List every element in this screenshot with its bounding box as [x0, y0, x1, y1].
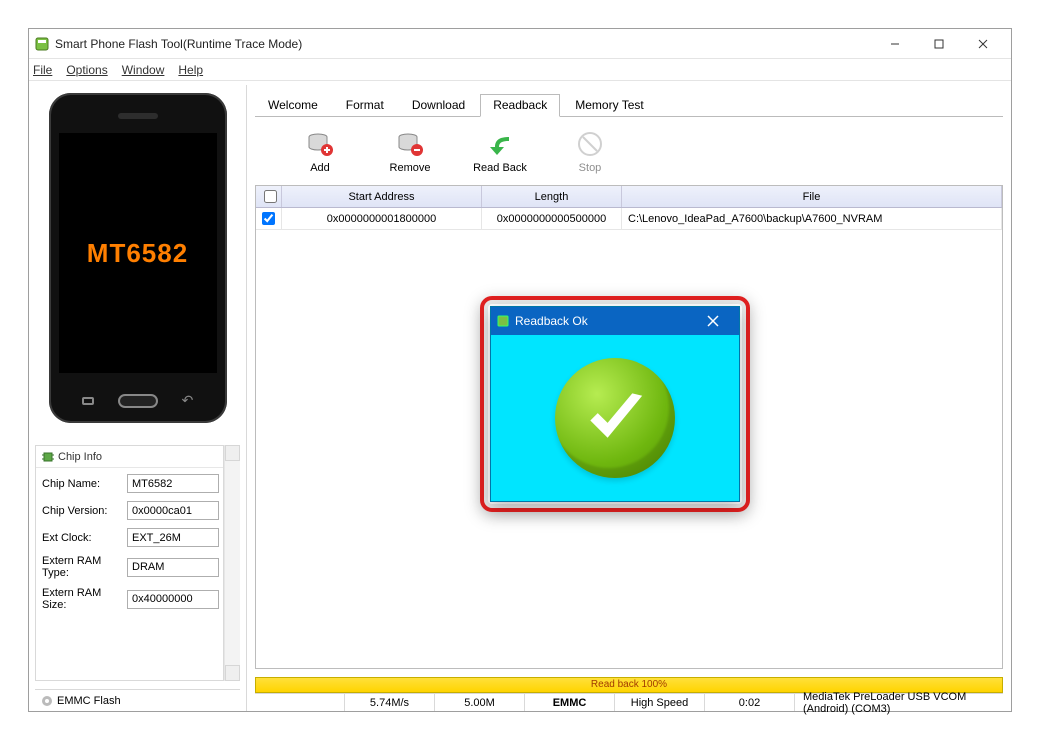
window-buttons	[873, 30, 1005, 58]
menu-file[interactable]: File	[33, 63, 52, 77]
status-bar: 5.74M/s 5.00M EMMC High Speed 0:02 Media…	[255, 693, 1003, 711]
stop-icon	[577, 131, 603, 160]
status-spacer	[255, 694, 345, 711]
table-header: Start Address Length File	[256, 186, 1002, 208]
chip-version-label: Chip Version:	[42, 505, 127, 517]
menu-window[interactable]: Window	[122, 63, 165, 77]
title-bar: Smart Phone Flash Tool(Runtime Trace Mod…	[29, 29, 1011, 59]
phone-mockup: BM MT6582 ↶	[49, 93, 227, 423]
maximize-button[interactable]	[917, 30, 961, 58]
ram-type-label: Extern RAM Type:	[42, 555, 127, 579]
chip-version-field[interactable]	[127, 501, 219, 520]
scroll-track[interactable]	[225, 461, 240, 665]
tab-welcome[interactable]: Welcome	[255, 94, 331, 117]
status-size: 5.00M	[435, 694, 525, 711]
database-remove-icon	[397, 131, 423, 160]
phone-nav-icons: ↶	[49, 392, 227, 409]
ext-clock-field[interactable]	[127, 528, 219, 547]
column-checkbox[interactable]	[256, 186, 282, 207]
status-storage: EMMC	[525, 694, 615, 711]
column-file[interactable]: File	[622, 186, 1002, 207]
chip-info-scrollbar[interactable]	[224, 445, 240, 681]
scroll-up-button[interactable]	[225, 445, 240, 461]
add-label: Add	[310, 162, 330, 174]
recent-icon	[82, 397, 94, 405]
modal-highlight-frame: Readback Ok	[480, 296, 750, 512]
window-title: Smart Phone Flash Tool(Runtime Trace Mod…	[55, 37, 873, 51]
dialog-close-button[interactable]	[693, 307, 733, 335]
tab-format[interactable]: Format	[333, 94, 397, 117]
readback-arrow-icon	[487, 131, 513, 160]
emmc-flash-header[interactable]: EMMC Flash	[35, 689, 240, 711]
minimize-button[interactable]	[873, 30, 917, 58]
dialog-title-bar: Readback Ok	[491, 307, 739, 335]
readback-button[interactable]: Read Back	[465, 131, 535, 174]
dialog-body	[491, 335, 739, 501]
remove-button[interactable]: Remove	[375, 131, 445, 174]
tab-memory-test[interactable]: Memory Test	[562, 94, 656, 117]
column-length[interactable]: Length	[482, 186, 622, 207]
chip-info-header: Chip Info	[58, 451, 102, 463]
emmc-flash-label: EMMC Flash	[57, 695, 121, 707]
menu-options[interactable]: Options	[66, 63, 107, 77]
chip-name-field[interactable]	[127, 474, 219, 493]
menu-bar: File Options Window Help	[29, 59, 1011, 81]
phone-chip-label: MT6582	[87, 238, 188, 269]
status-speed: 5.74M/s	[345, 694, 435, 711]
cell-length: 0x0000000000500000	[482, 208, 622, 229]
gear-icon	[41, 695, 53, 707]
ram-size-field[interactable]	[127, 590, 219, 609]
back-icon: ↶	[182, 392, 194, 409]
ram-type-field[interactable]	[127, 558, 219, 577]
chip-icon	[42, 451, 54, 463]
column-start-address[interactable]: Start Address	[282, 186, 482, 207]
success-checkmark-icon	[555, 358, 675, 478]
tab-readback[interactable]: Readback	[480, 94, 560, 117]
chip-name-label: Chip Name:	[42, 478, 127, 490]
left-panel: BM MT6582 ↶ Chip Info	[29, 85, 247, 711]
dialog-title: Readback Ok	[515, 314, 588, 328]
stop-label: Stop	[579, 162, 602, 174]
select-all-checkbox[interactable]	[264, 190, 277, 203]
progress-text: Read back 100%	[591, 679, 667, 690]
menu-help[interactable]: Help	[178, 63, 203, 77]
phone-screen: MT6582	[59, 133, 217, 373]
chip-info-panel: Chip Info Chip Name: Chip Version: Ext C…	[35, 445, 224, 681]
database-add-icon	[307, 131, 333, 160]
app-icon	[35, 37, 49, 51]
readback-label: Read Back	[473, 162, 527, 174]
status-mode: High Speed	[615, 694, 705, 711]
toolbar: Add Remove Read Back Stop	[255, 127, 1003, 177]
cell-file: C:\Lenovo_IdeaPad_A7600\backup\A7600_NVR…	[622, 208, 1002, 229]
row-checkbox[interactable]	[262, 212, 275, 225]
close-button[interactable]	[961, 30, 1005, 58]
scroll-down-button[interactable]	[225, 665, 240, 681]
tab-bar: Welcome Format Download Readback Memory …	[255, 93, 1003, 117]
table-row[interactable]: 0x0000000001800000 0x0000000000500000 C:…	[256, 208, 1002, 230]
cell-start-address: 0x0000000001800000	[282, 208, 482, 229]
stop-button: Stop	[555, 131, 625, 174]
ram-size-label: Extern RAM Size:	[42, 587, 127, 611]
status-time: 0:02	[705, 694, 795, 711]
remove-label: Remove	[390, 162, 431, 174]
add-button[interactable]: Add	[285, 131, 355, 174]
readback-ok-dialog: Readback Ok	[490, 306, 740, 502]
home-icon	[118, 394, 158, 408]
tab-download[interactable]: Download	[399, 94, 478, 117]
phone-speaker-icon	[118, 113, 158, 119]
dialog-app-icon	[497, 315, 509, 327]
status-device: MediaTek PreLoader USB VCOM (Android) (C…	[795, 694, 1003, 711]
ext-clock-label: Ext Clock:	[42, 532, 127, 544]
